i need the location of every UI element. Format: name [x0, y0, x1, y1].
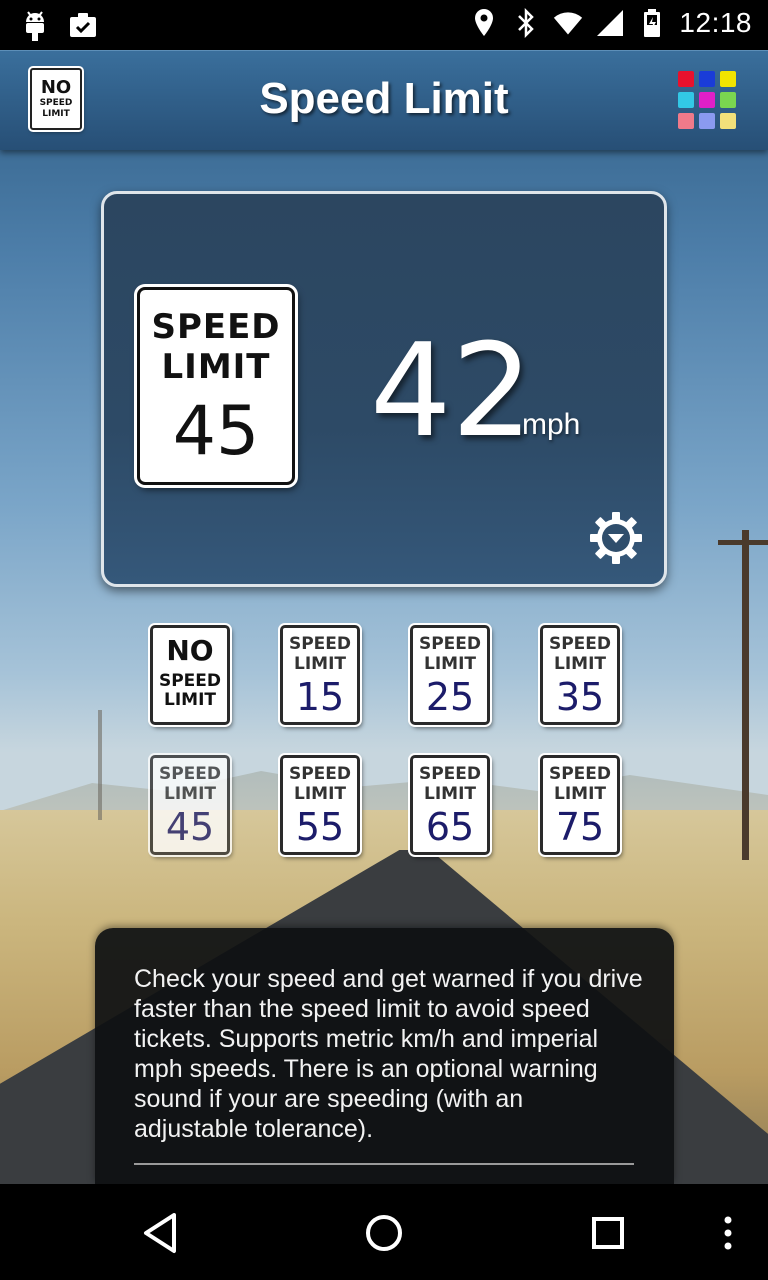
grid-square [678, 92, 694, 108]
bluetooth-icon [511, 6, 541, 40]
status-time: 12:18 [679, 7, 752, 38]
grid-square [678, 71, 694, 87]
limit-option-value: 55 [295, 805, 345, 849]
limit-option-45[interactable]: SPEED LIMIT 45 [150, 755, 230, 855]
overflow-menu-icon[interactable] [703, 1208, 753, 1258]
description-text: Check your speed and get warned if you d… [134, 965, 643, 1143]
grid-square [720, 92, 736, 108]
limit-option-value: 45 [165, 805, 215, 849]
limit-option-15[interactable]: SPEED LIMIT 15 [280, 625, 360, 725]
speed-limit-options: NO SPEED LIMIT SPEED LIMIT 15 SPEED LIMIT 25 SPEE… [148, 623, 622, 855]
current-speed-limit-sign: SPEED LIMIT 45 [137, 287, 295, 485]
limit-option-value: 35 [555, 675, 605, 719]
limit-option-25[interactable]: SPEED LIMIT 25 [410, 625, 490, 725]
limit-option-value: 75 [555, 805, 605, 849]
clipboard-check-icon [68, 8, 98, 42]
recents-icon[interactable] [583, 1208, 633, 1258]
limit-option-65[interactable]: SPEED LIMIT 65 [410, 755, 490, 855]
back-icon[interactable] [135, 1208, 185, 1258]
wifi-icon [553, 6, 583, 40]
status-bar: 12:18 [0, 0, 768, 50]
limit-option-55[interactable]: SPEED LIMIT 55 [280, 755, 360, 855]
home-icon[interactable] [359, 1208, 409, 1258]
grid-square [699, 113, 715, 129]
navigation-bar [0, 1184, 768, 1280]
limit-option-35[interactable]: SPEED LIMIT 35 [540, 625, 620, 725]
limit-option-value: 25 [425, 675, 475, 719]
app-title: Speed Limit [259, 74, 509, 123]
description-card: Check your speed and get warned if you d… [95, 928, 674, 1184]
settings-gear-icon[interactable] [588, 510, 644, 566]
location-pin-icon [469, 6, 499, 40]
current-limit-value: 45 [172, 392, 260, 471]
current-speed: 42 [370, 317, 533, 466]
speed-unit: mph [522, 408, 581, 441]
grid-square [699, 71, 715, 87]
speed-display-panel: SPEED LIMIT 45 42 mph [101, 191, 667, 587]
signal-icon [595, 6, 625, 40]
divider [134, 1163, 634, 1165]
limit-option-value: 65 [425, 805, 475, 849]
apps-grid-icon[interactable] [678, 71, 736, 129]
app-logo[interactable]: NO SPEED LIMIT [30, 68, 82, 130]
android-icon [20, 8, 50, 42]
grid-square [699, 92, 715, 108]
battery-icon [637, 6, 667, 40]
limit-option-75[interactable]: SPEED LIMIT 75 [540, 755, 620, 855]
grid-square [720, 71, 736, 87]
grid-square [678, 113, 694, 129]
limit-option-value: 15 [295, 675, 345, 719]
action-bar: NO SPEED LIMIT Speed Limit [0, 50, 768, 150]
grid-square [720, 113, 736, 129]
limit-option-none[interactable]: NO SPEED LIMIT [150, 625, 230, 725]
